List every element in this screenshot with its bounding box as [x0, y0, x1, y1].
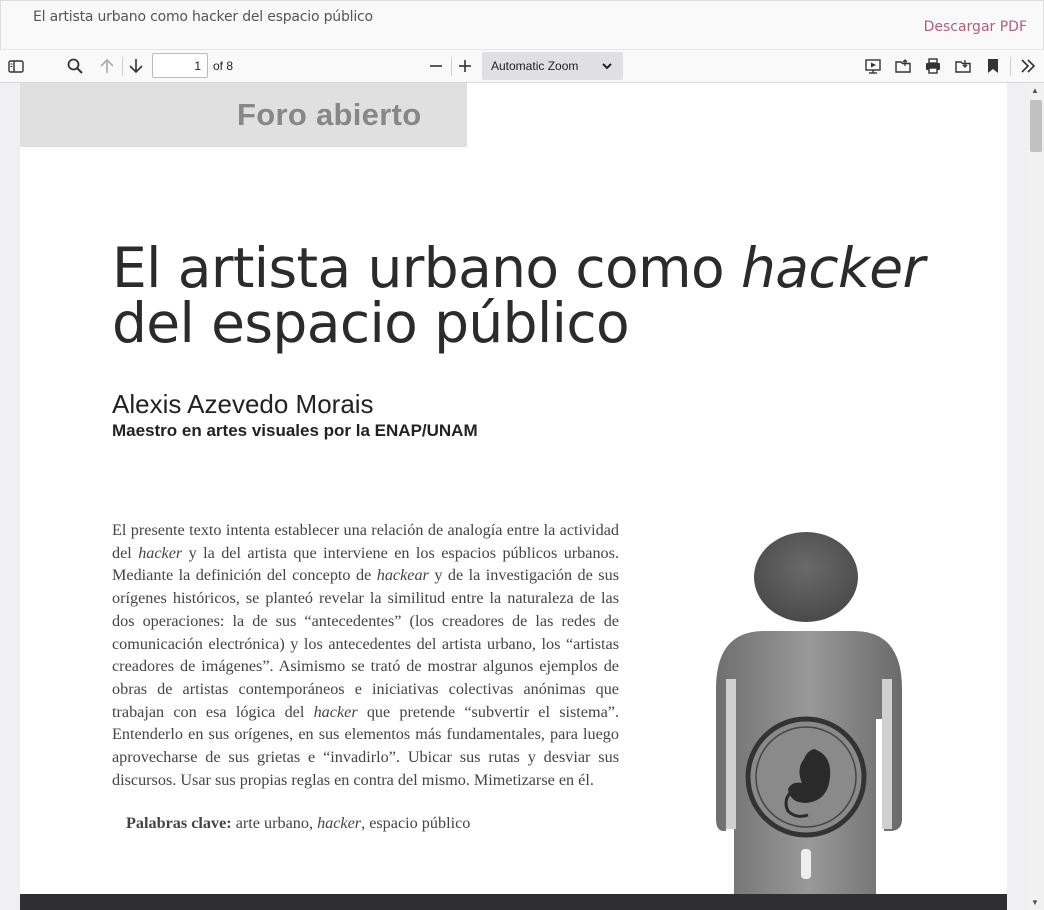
print-icon — [926, 58, 940, 74]
arrow-down-icon — [129, 59, 143, 74]
open-file-icon — [895, 59, 911, 73]
tools-chevron-icon — [1021, 59, 1036, 73]
save-icon — [955, 60, 971, 73]
toolbar-separator — [1010, 57, 1011, 76]
section-header-box: Foro abierto — [20, 83, 467, 147]
page-number-input[interactable] — [152, 53, 208, 78]
zoom-select[interactable]: Automatic Zoom — [482, 52, 623, 80]
abstract-italic: hackear — [376, 566, 429, 585]
search-icon — [67, 58, 83, 74]
article-title: El artista urbano como hacker del espaci… — [112, 241, 925, 351]
keywords-text: , espacio público — [361, 814, 471, 832]
zoom-in-button[interactable] — [452, 54, 478, 78]
viewer-header: El artista urbano como hacker del espaci… — [0, 0, 1044, 50]
author-affiliation: Maestro en artes visuales por la ENAP/UN… — [112, 421, 478, 440]
scrollbar-thumb[interactable] — [1030, 100, 1042, 152]
zoom-out-icon — [430, 65, 442, 67]
vertical-scrollbar[interactable] — [1027, 83, 1044, 910]
document-viewer[interactable]: Foro abierto El artista urbano como hack… — [0, 83, 1044, 910]
pdf-page: Foro abierto El artista urbano como hack… — [20, 83, 1007, 910]
sidebar-toggle-icon — [8, 60, 24, 73]
find-button[interactable] — [62, 54, 88, 78]
pictogram-figure-image — [716, 532, 902, 899]
article-title-line2: del espacio público — [112, 291, 630, 355]
save-button[interactable] — [950, 54, 976, 78]
abstract-text: y de la investigación de sus orígenes hi… — [112, 566, 619, 721]
next-image-strip — [20, 894, 1007, 910]
section-label: Foro abierto — [237, 97, 422, 132]
bookmark-icon — [988, 59, 998, 73]
abstract-italic: hacker — [138, 543, 183, 562]
page-count-label: of 8 — [213, 59, 234, 73]
bookmark-button[interactable] — [980, 54, 1006, 78]
sidebar-toggle-button[interactable] — [3, 54, 29, 78]
scroll-down-arrow-icon[interactable]: ▼ — [1031, 898, 1039, 907]
keywords-italic: hacker — [317, 814, 362, 832]
arrow-up-icon — [100, 58, 114, 73]
zoom-select-value: Automatic Zoom — [491, 59, 579, 73]
presentation-mode-button[interactable] — [860, 54, 886, 78]
print-button[interactable] — [920, 54, 946, 78]
zoom-in-icon — [459, 60, 471, 72]
download-pdf-link[interactable]: Descargar PDF — [924, 19, 1027, 35]
author-name: Alexis Azevedo Morais — [112, 389, 374, 419]
tools-menu-button[interactable] — [1015, 54, 1041, 78]
zoom-out-button[interactable] — [423, 54, 449, 78]
keywords-line: Palabras clave: arte urbano, hacker, esp… — [126, 814, 470, 833]
document-title: El artista urbano como hacker del espaci… — [33, 9, 373, 25]
abstract-paragraph: El presente texto intenta establecer una… — [112, 519, 619, 791]
keywords-text: arte urbano, — [231, 814, 318, 832]
abstract-italic: hacker — [313, 702, 358, 721]
presentation-icon — [865, 59, 881, 74]
open-file-button[interactable] — [890, 54, 916, 78]
next-page-button[interactable] — [123, 54, 149, 78]
scroll-up-arrow-icon[interactable]: ▲ — [1031, 86, 1039, 95]
pdf-toolbar: of 8 Automatic Zoom — [0, 50, 1044, 83]
article-title-italic: hacker — [740, 236, 925, 300]
keywords-label: Palabras clave: — [126, 814, 232, 832]
chevron-down-icon — [602, 63, 612, 70]
previous-page-button[interactable] — [94, 54, 120, 78]
